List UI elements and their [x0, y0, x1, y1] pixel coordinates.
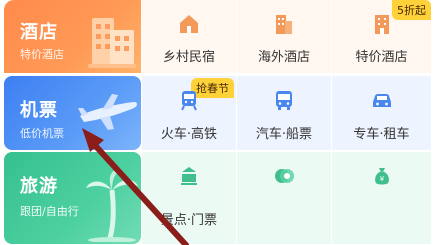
house-icon: [180, 15, 198, 33]
hotel-subtitle: 特价酒店: [20, 48, 64, 61]
flight-item-train[interactable]: 抢春节 火车·高铁: [142, 76, 236, 150]
coin-icon: [275, 169, 294, 183]
travel-item-ticket[interactable]: 景点·门票: [142, 152, 236, 244]
travel-card[interactable]: 旅游 跟团/自由行: [4, 152, 141, 244]
flight-item-car[interactable]: 专车·租车: [332, 76, 431, 150]
flight-title: 机票: [20, 100, 58, 121]
travel-subtitle: 跟团/自由行: [20, 205, 79, 218]
svg-text:¥: ¥: [379, 175, 384, 183]
hotel-item-label: 乡村民宿: [162, 50, 215, 65]
hotel-title: 酒店: [20, 22, 58, 43]
hotel-item-label: 海外酒店: [257, 50, 310, 65]
category-grid: 酒店 特价酒店 乡村民宿 海外酒店 5折起 特价酒店 机票 低价机票 抢春节 火…: [0, 0, 435, 245]
car-icon: [372, 94, 391, 107]
flight-subtitle: 低价机票: [20, 127, 64, 140]
building-icon: [276, 15, 292, 34]
flight-item-bus[interactable]: 汽车·船票: [237, 76, 331, 150]
hotel-item-label: 特价酒店: [355, 50, 408, 65]
ticket-icon: [181, 167, 197, 185]
hotel-card[interactable]: 酒店 特价酒店: [4, 0, 141, 73]
hotel-building-icon: [88, 18, 136, 68]
discount-badge: 5折起: [392, 0, 431, 20]
train-icon: [181, 91, 197, 111]
travel-item-coin[interactable]: [237, 152, 331, 244]
airplane-icon: [78, 94, 137, 130]
hotel-item-homestay[interactable]: 乡村民宿: [142, 0, 236, 73]
hotel-item-discount[interactable]: 5折起 特价酒店: [332, 0, 431, 73]
travel-item-label: 景点·门票: [160, 213, 218, 228]
flight-item-label: 汽车·船票: [255, 127, 313, 142]
travel-item-moneybag[interactable]: ¥: [332, 152, 431, 244]
bus-icon: [276, 91, 292, 110]
hotel-row: 酒店 特价酒店 乡村民宿 海外酒店 5折起 特价酒店: [0, 0, 435, 75]
flight-item-label: 火车·高铁: [160, 127, 218, 142]
palm-tree-icon: [86, 169, 138, 242]
flight-card[interactable]: 机票 低价机票: [4, 76, 141, 150]
hotel-item-overseas[interactable]: 海外酒店: [237, 0, 331, 73]
money-bag-icon: ¥: [374, 168, 389, 185]
flight-item-label: 专车·租车: [353, 127, 410, 142]
flight-row: 机票 低价机票 抢春节 火车·高铁 汽车·船票 专车·租车: [0, 75, 435, 151]
building-icon: [374, 15, 389, 34]
travel-row: 旅游 跟团/自由行 景点·门票 ¥: [0, 151, 435, 245]
travel-title: 旅游: [20, 176, 58, 197]
